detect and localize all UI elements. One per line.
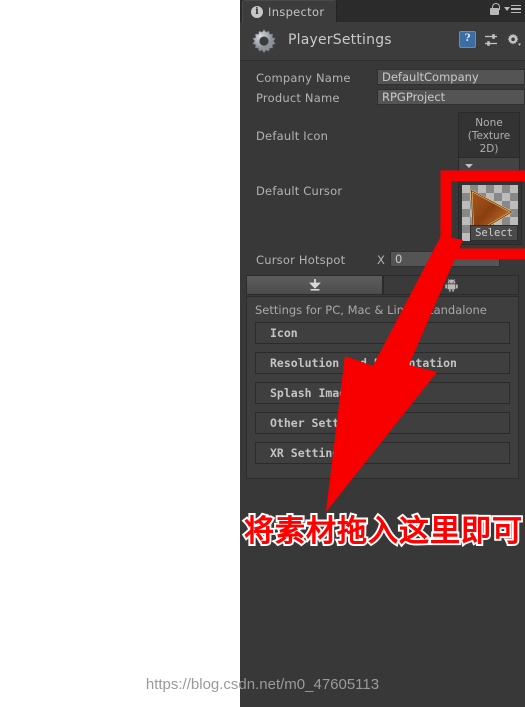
preset-sliders-icon[interactable] — [484, 33, 498, 47]
inspector-tabstrip: i Inspector — [240, 0, 525, 23]
default-icon-label: Default Icon — [256, 129, 329, 143]
object-header-icons: ? — [459, 31, 521, 48]
default-cursor-label: Default Cursor — [256, 184, 343, 198]
settings-header: Settings for PC, Mac & Linux Standalone — [255, 303, 487, 317]
tab-inspector[interactable]: i Inspector — [242, 0, 338, 22]
row-product-name: Product Name RPGProject — [240, 88, 525, 108]
page-title: PlayerSettings — [288, 32, 392, 48]
platform-tab-android[interactable] — [383, 275, 519, 295]
default-cursor-object-field[interactable]: Select — [458, 181, 522, 245]
cursor-hotspot-label: Cursor Hotspot — [256, 253, 346, 267]
gear-dropdown-icon[interactable] — [506, 32, 521, 47]
download-standalone-icon — [308, 279, 321, 291]
platform-tab-standalone[interactable] — [246, 275, 383, 295]
default-icon-value: None (Texture 2D) — [467, 117, 511, 155]
cursor-select-button[interactable]: Select — [470, 225, 518, 241]
platform-settings-block: Settings for PC, Mac & Linux Standalone … — [246, 296, 519, 479]
platform-tabs — [246, 275, 519, 295]
company-name-label: Company Name — [256, 71, 351, 85]
android-robot-icon — [444, 279, 458, 292]
help-book-icon[interactable]: ? — [459, 31, 476, 48]
default-icon-picker[interactable] — [459, 157, 519, 173]
chevron-down-icon — [465, 164, 473, 168]
tabstrip-controls — [490, 3, 521, 15]
watermark: https://blog.csdn.net/m0_47605113 — [145, 676, 380, 693]
hamburger-menu-icon[interactable] — [504, 4, 521, 14]
section-other-settings[interactable]: Other Settings — [255, 412, 510, 434]
tab-inspector-label: Inspector — [268, 4, 325, 19]
section-resolution-and-presentation[interactable]: Resolution and Presentation — [255, 352, 510, 374]
row-cursor-hotspot: Cursor Hotspot X 0 — [240, 250, 525, 270]
section-xr-settings[interactable]: XR Settings — [255, 442, 510, 464]
cursor-hotspot-x-input[interactable]: 0 — [390, 251, 500, 267]
section-splash-image[interactable]: Splash Image — [255, 382, 510, 404]
cursor-texture-preview: Select — [462, 185, 518, 241]
lock-icon[interactable] — [490, 3, 500, 15]
gear-icon — [252, 29, 276, 53]
annotation-text: 将素材拖入这里即可 — [244, 514, 523, 549]
section-icon[interactable]: Icon — [255, 322, 510, 344]
object-header: PlayerSettings ? — [240, 22, 525, 61]
row-company-name: Company Name DefaultCompany — [240, 68, 525, 88]
default-icon-object-field[interactable]: None (Texture 2D) — [458, 112, 520, 174]
info-icon: i — [251, 5, 263, 18]
company-name-input[interactable]: DefaultCompany — [377, 69, 525, 85]
product-name-input[interactable]: RPGProject — [377, 89, 525, 105]
cursor-hotspot-x-label: X — [377, 253, 385, 267]
product-name-label: Product Name — [256, 91, 340, 105]
